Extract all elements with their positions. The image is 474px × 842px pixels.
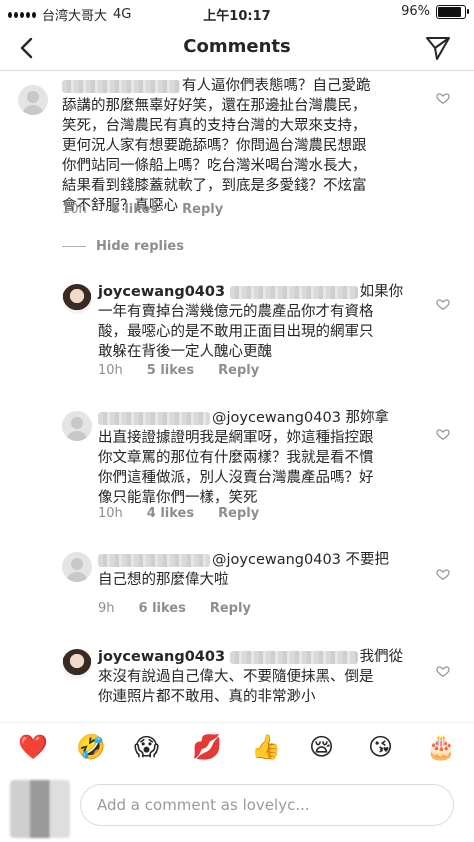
hide-replies-toggle[interactable]: Hide replies	[62, 239, 184, 254]
direct-message-icon[interactable]	[424, 34, 452, 62]
blurred-username	[98, 553, 210, 567]
like-heart-icon[interactable]	[436, 427, 450, 441]
username[interactable]: joycewang0403	[98, 284, 225, 300]
comment-time: 10h	[62, 202, 87, 217]
reply-body: @joycewang0403 不要把 自己想的那麼偉大啦	[98, 552, 390, 588]
comments-list[interactable]: 有人逼你們表態嗎？自己愛跪 舔講的那麼無辜好好笑，還在那邊扯台灣農民， 笑死，台…	[0, 71, 474, 715]
emoji-quick-bar: ❤️ 🤣 😱 💋 👍 😪 😘 🎂	[0, 722, 474, 773]
reply-body: joycewang0403 我們從 來沒有說過自己偉大、不要隨便抹黑、倒是 你連…	[98, 649, 404, 705]
reply-time: 10h	[98, 506, 123, 521]
emoji-sleepy[interactable]: 😪	[309, 733, 334, 761]
battery-icon	[436, 4, 469, 19]
emoji-rofl[interactable]: 🤣	[76, 733, 106, 761]
like-heart-icon[interactable]	[436, 664, 450, 678]
current-user-avatar	[10, 780, 70, 838]
avatar[interactable]	[62, 411, 92, 441]
comment-body: 有人逼你們表態嗎？自己愛跪 舔講的那麼無辜好好笑，還在那邊扯台灣農民， 笑死，台…	[62, 78, 371, 214]
comment-meta: 10h 8 likes Reply	[62, 202, 223, 217]
comment-input[interactable]	[95, 795, 443, 815]
blurred-username	[98, 411, 210, 425]
status-right: 96%	[401, 4, 469, 19]
nav-header: Comments	[0, 26, 474, 71]
username[interactable]: joycewang0403	[98, 649, 225, 665]
reply-button[interactable]: Reply	[218, 506, 259, 521]
avatar[interactable]	[62, 552, 92, 582]
reply-meta: 10h 5 likes Reply	[98, 363, 259, 378]
like-heart-icon[interactable]	[436, 91, 450, 105]
blurred-username	[229, 285, 358, 299]
avatar[interactable]	[18, 85, 48, 115]
likes-count[interactable]: 8 likes	[111, 202, 158, 217]
avatar[interactable]	[62, 284, 92, 314]
likes-count[interactable]: 6 likes	[139, 601, 186, 616]
comment-composer	[0, 772, 474, 842]
emoji-heart[interactable]: ❤️	[18, 733, 48, 761]
reply-button[interactable]: Reply	[210, 601, 251, 616]
likes-count[interactable]: 4 likes	[147, 506, 194, 521]
battery-percent: 96%	[401, 4, 430, 19]
divider-line	[62, 246, 86, 247]
reply-time: 9h	[98, 601, 115, 616]
mention[interactable]: @joycewang0403	[212, 410, 341, 426]
reply-time: 10h	[98, 363, 123, 378]
comment-input-wrapper[interactable]	[80, 784, 454, 826]
status-bar: 台湾大哥大 4G 上午10:17 96%	[0, 0, 474, 26]
emoji-thumbs-up[interactable]: 👍	[251, 733, 281, 761]
reply-meta: 9h 6 likes Reply	[98, 601, 251, 616]
avatar[interactable]	[62, 649, 92, 679]
emoji-kiss-lips[interactable]: 💋	[192, 733, 222, 761]
blurred-username	[62, 79, 180, 93]
emoji-birthday-cake[interactable]: 🎂	[426, 733, 456, 761]
emoji-blow-kiss[interactable]: 😘	[368, 733, 393, 761]
reply-meta: 10h 4 likes Reply	[98, 506, 259, 521]
like-heart-icon[interactable]	[436, 297, 450, 311]
reply-body: joycewang0403 如果你 一年有賣掉台灣幾億元的農產品你才有資格 酸，…	[98, 284, 404, 360]
like-heart-icon[interactable]	[436, 567, 450, 581]
hide-replies-label: Hide replies	[96, 239, 184, 254]
emoji-scream[interactable]: 😱	[134, 733, 159, 761]
reply-button[interactable]: Reply	[182, 202, 223, 217]
reply-button[interactable]: Reply	[218, 363, 259, 378]
mention[interactable]: @joycewang0403	[212, 552, 341, 568]
reply-body: @joycewang0403 那妳拿 出直接證據證明我是網軍呀，妳這種指控跟 你…	[98, 410, 390, 506]
page-title: Comments	[183, 36, 291, 57]
blurred-username	[229, 650, 358, 664]
battery-fill	[438, 6, 461, 17]
likes-count[interactable]: 5 likes	[147, 363, 194, 378]
